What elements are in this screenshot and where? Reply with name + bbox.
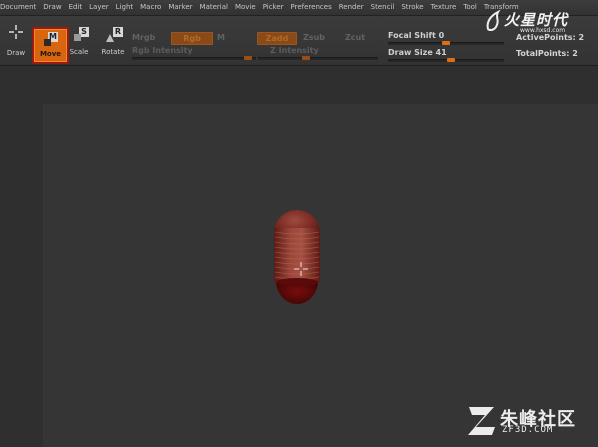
menu-document[interactable]: Document: [0, 0, 40, 15]
menu-render[interactable]: Render: [335, 0, 367, 15]
mrgb-button[interactable]: Mrgb: [132, 33, 155, 42]
draw-size-slider[interactable]: [388, 58, 504, 62]
menu-layer[interactable]: Layer: [86, 0, 113, 15]
menu-marker[interactable]: Marker: [165, 0, 196, 15]
hxsd-logo-icon: [486, 9, 501, 31]
rgb-intensity-slider[interactable]: [132, 56, 256, 60]
menu-tool[interactable]: Tool: [460, 0, 481, 15]
focal-shift-label: Focal Shift 0: [388, 31, 445, 40]
draw-size-label: Draw Size 41: [388, 48, 447, 57]
draw-size-knob[interactable]: [447, 58, 456, 62]
draw-button[interactable]: Draw: [1, 16, 31, 62]
document-area: [0, 66, 598, 447]
menu-picker[interactable]: Picker: [259, 0, 287, 15]
brush-cursor-icon: [294, 262, 308, 276]
scale-button[interactable]: S Scale: [64, 16, 94, 62]
rotate-icon: R: [105, 24, 123, 42]
z-intensity-label: Z Intensity: [270, 46, 319, 55]
draw-size-value: 41: [435, 48, 447, 57]
rotate-button[interactable]: R Rotate: [98, 16, 128, 62]
zf3d-logo-icon: [468, 407, 495, 435]
rgb-intensity-label: Rgb Intensity: [132, 46, 193, 55]
hxsd-watermark: 火星时代 www.hxsd.com: [484, 7, 598, 37]
draw-crosshair-icon: [9, 25, 23, 39]
zf3d-url: ZF3D.COM: [502, 425, 554, 435]
z-intensity-knob[interactable]: [302, 56, 310, 60]
scale-icon: S: [71, 24, 89, 41]
menu-edit[interactable]: Edit: [65, 0, 86, 15]
rotate-label: Rotate: [101, 48, 125, 56]
zcut-button[interactable]: Zcut: [345, 33, 365, 42]
menu-stroke[interactable]: Stroke: [398, 0, 427, 15]
move-arrow-icon: [44, 39, 51, 46]
menu-stencil[interactable]: Stencil: [367, 0, 398, 15]
draw-label: Draw: [6, 49, 26, 57]
menu-light[interactable]: Light: [112, 0, 136, 15]
hxsd-url: www.hxsd.com: [520, 27, 566, 34]
rgb-intensity-knob[interactable]: [244, 56, 252, 60]
move-icon: M: [43, 32, 59, 48]
menu-material[interactable]: Material: [196, 0, 231, 15]
zsub-button[interactable]: Zsub: [303, 33, 325, 42]
focal-shift-slider[interactable]: [388, 41, 504, 45]
focal-shift-value: 0: [438, 31, 445, 40]
rgb-button[interactable]: Rgb: [171, 32, 213, 45]
scale-square-icon: [74, 34, 81, 41]
z-intensity-slider[interactable]: [258, 56, 378, 60]
zadd-button[interactable]: Zadd: [257, 32, 297, 45]
canvas[interactable]: [43, 104, 598, 447]
total-points-readout: TotalPoints: 2: [516, 49, 578, 58]
rotate-arrow-icon: [106, 34, 114, 42]
menu-macro[interactable]: Macro: [137, 0, 165, 15]
menu-preferences[interactable]: Preferences: [287, 0, 335, 15]
focal-shift-knob[interactable]: [442, 41, 450, 45]
menu-texture[interactable]: Texture: [427, 0, 460, 15]
m-button[interactable]: M: [217, 33, 225, 42]
scale-label: Scale: [69, 48, 89, 56]
zf3d-watermark: 朱峰社区 ZF3D.COM: [466, 401, 598, 447]
menu-draw[interactable]: Draw: [40, 0, 65, 15]
menu-movie[interactable]: Movie: [231, 0, 259, 15]
